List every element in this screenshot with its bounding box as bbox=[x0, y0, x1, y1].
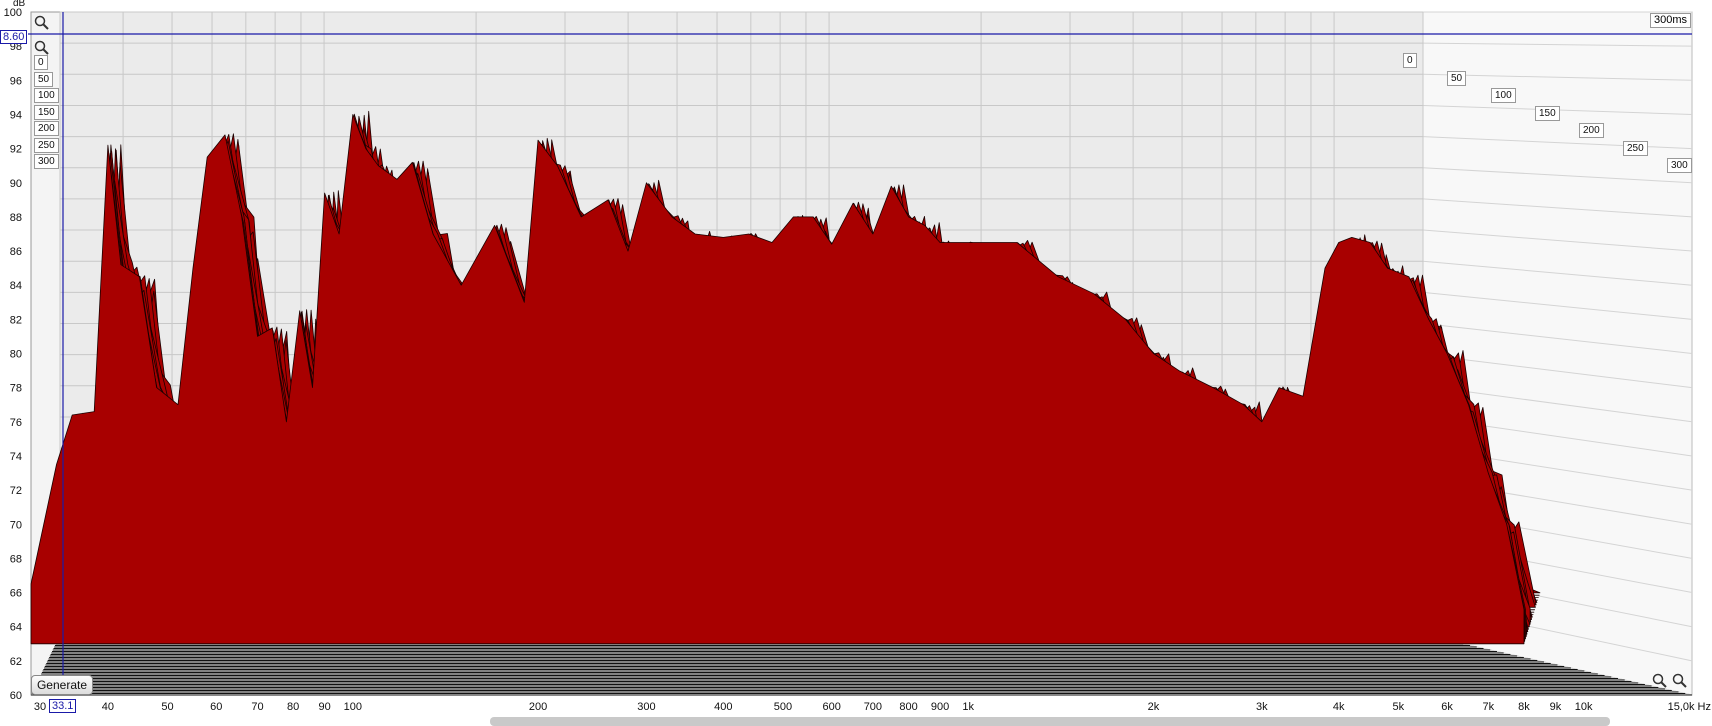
x-tick-label: 10k bbox=[1575, 701, 1593, 713]
y-tick-label: 88 bbox=[10, 212, 22, 224]
y-tick-label: 62 bbox=[10, 656, 22, 668]
x-tick-label: 4k bbox=[1333, 701, 1345, 713]
x-tick-label: 5k bbox=[1393, 701, 1405, 713]
x-tick-label: 6k bbox=[1441, 701, 1453, 713]
x-tick-label: 900 bbox=[931, 701, 949, 713]
y-tick-label: 64 bbox=[10, 622, 22, 634]
y-tick-label: 78 bbox=[10, 383, 22, 395]
y-tick-label: 96 bbox=[10, 75, 22, 87]
zoom-out-icon[interactable] bbox=[1672, 673, 1688, 689]
depth-tick-right: 200 bbox=[1579, 123, 1604, 138]
y-axis-label: dB bbox=[13, 0, 26, 9]
depth-tick-left: 100 bbox=[34, 88, 59, 103]
y-tick-label: 94 bbox=[10, 109, 22, 121]
y-tick-label: 70 bbox=[10, 519, 22, 531]
x-tick-label: 600 bbox=[823, 701, 841, 713]
y-tick-label: 68 bbox=[10, 553, 22, 565]
x-tick-label: 300 bbox=[637, 701, 655, 713]
depth-tick-right: 250 bbox=[1623, 140, 1648, 156]
x-tick-label: 60 bbox=[210, 701, 222, 713]
depth-tick-left: 0 bbox=[34, 55, 48, 70]
x-tick-label: 80 bbox=[287, 701, 299, 713]
x-tick-label: 15,0k Hz bbox=[1668, 701, 1711, 713]
y-tick-label: 84 bbox=[10, 280, 22, 292]
x-tick-label: 3k bbox=[1256, 701, 1268, 713]
x-tick-label: 40 bbox=[102, 701, 114, 713]
generate-button[interactable]: Generate bbox=[31, 675, 93, 695]
x-tick-label: 30 bbox=[34, 701, 46, 713]
depth-tick-left: 250 bbox=[34, 137, 59, 153]
depth-tick-left: 300 bbox=[34, 154, 59, 169]
y-tick-label: 66 bbox=[10, 588, 22, 600]
x-tick-label: 8k bbox=[1518, 701, 1530, 713]
x-tick-label: 500 bbox=[774, 701, 792, 713]
y-tick-label: 72 bbox=[10, 485, 22, 497]
y-tick-label: 80 bbox=[10, 349, 22, 361]
zoom-out-icon[interactable] bbox=[34, 40, 50, 56]
y-tick-label: 74 bbox=[10, 451, 22, 463]
depth-tick-left: 150 bbox=[34, 104, 59, 120]
plot-area[interactable]: 1009896949290888684828078767472706866646… bbox=[0, 0, 1712, 726]
waterfall-chart: 100 98 96 94 92 90 88 86 84 82 80 78 76 74 72 70 68 66 64 6… bbox=[0, 0, 1712, 726]
y-tick-label: 90 bbox=[10, 178, 22, 190]
x-tick-label: 2k bbox=[1148, 701, 1160, 713]
x-tick-label: 1k bbox=[962, 701, 974, 713]
y-tick-label: 92 bbox=[10, 144, 22, 156]
x-tick-label: 400 bbox=[714, 701, 732, 713]
x-tick-label: 50 bbox=[161, 701, 173, 713]
x-tick-label: 70 bbox=[251, 701, 263, 713]
x-tick-label: 7k bbox=[1482, 701, 1494, 713]
depth-tick-left: 50 bbox=[34, 71, 54, 87]
x-tick-label: 100 bbox=[344, 701, 362, 713]
depth-tick-left: 200 bbox=[34, 121, 59, 136]
y-tick-label: 76 bbox=[10, 417, 22, 429]
y-tick-label: 86 bbox=[10, 246, 22, 258]
zoom-in-icon[interactable] bbox=[34, 15, 50, 31]
depth-tick-right: 100 bbox=[1491, 88, 1516, 103]
depth-tick-right: 0 bbox=[1403, 53, 1417, 68]
horizontal-scrollbar[interactable] bbox=[490, 717, 1610, 726]
x-tick-label: 9k bbox=[1550, 701, 1562, 713]
depth-axis-max-label: 300ms bbox=[1650, 13, 1692, 28]
depth-tick-right: 300 bbox=[1667, 158, 1692, 173]
y-tick-label: 60 bbox=[10, 690, 22, 702]
x-tick-label: 200 bbox=[529, 701, 547, 713]
x-tick-label: 800 bbox=[899, 701, 917, 713]
cursor-y-readout: 8.60 bbox=[0, 30, 28, 44]
x-tick-label: 90 bbox=[319, 701, 331, 713]
depth-tick-right: 50 bbox=[1447, 70, 1467, 86]
x-tick-label: 700 bbox=[864, 701, 882, 713]
depth-tick-right: 150 bbox=[1535, 105, 1560, 121]
cursor-x-readout: 33.1 bbox=[49, 699, 77, 713]
y-tick-label: 82 bbox=[10, 314, 22, 326]
zoom-in-icon[interactable] bbox=[1652, 673, 1668, 689]
